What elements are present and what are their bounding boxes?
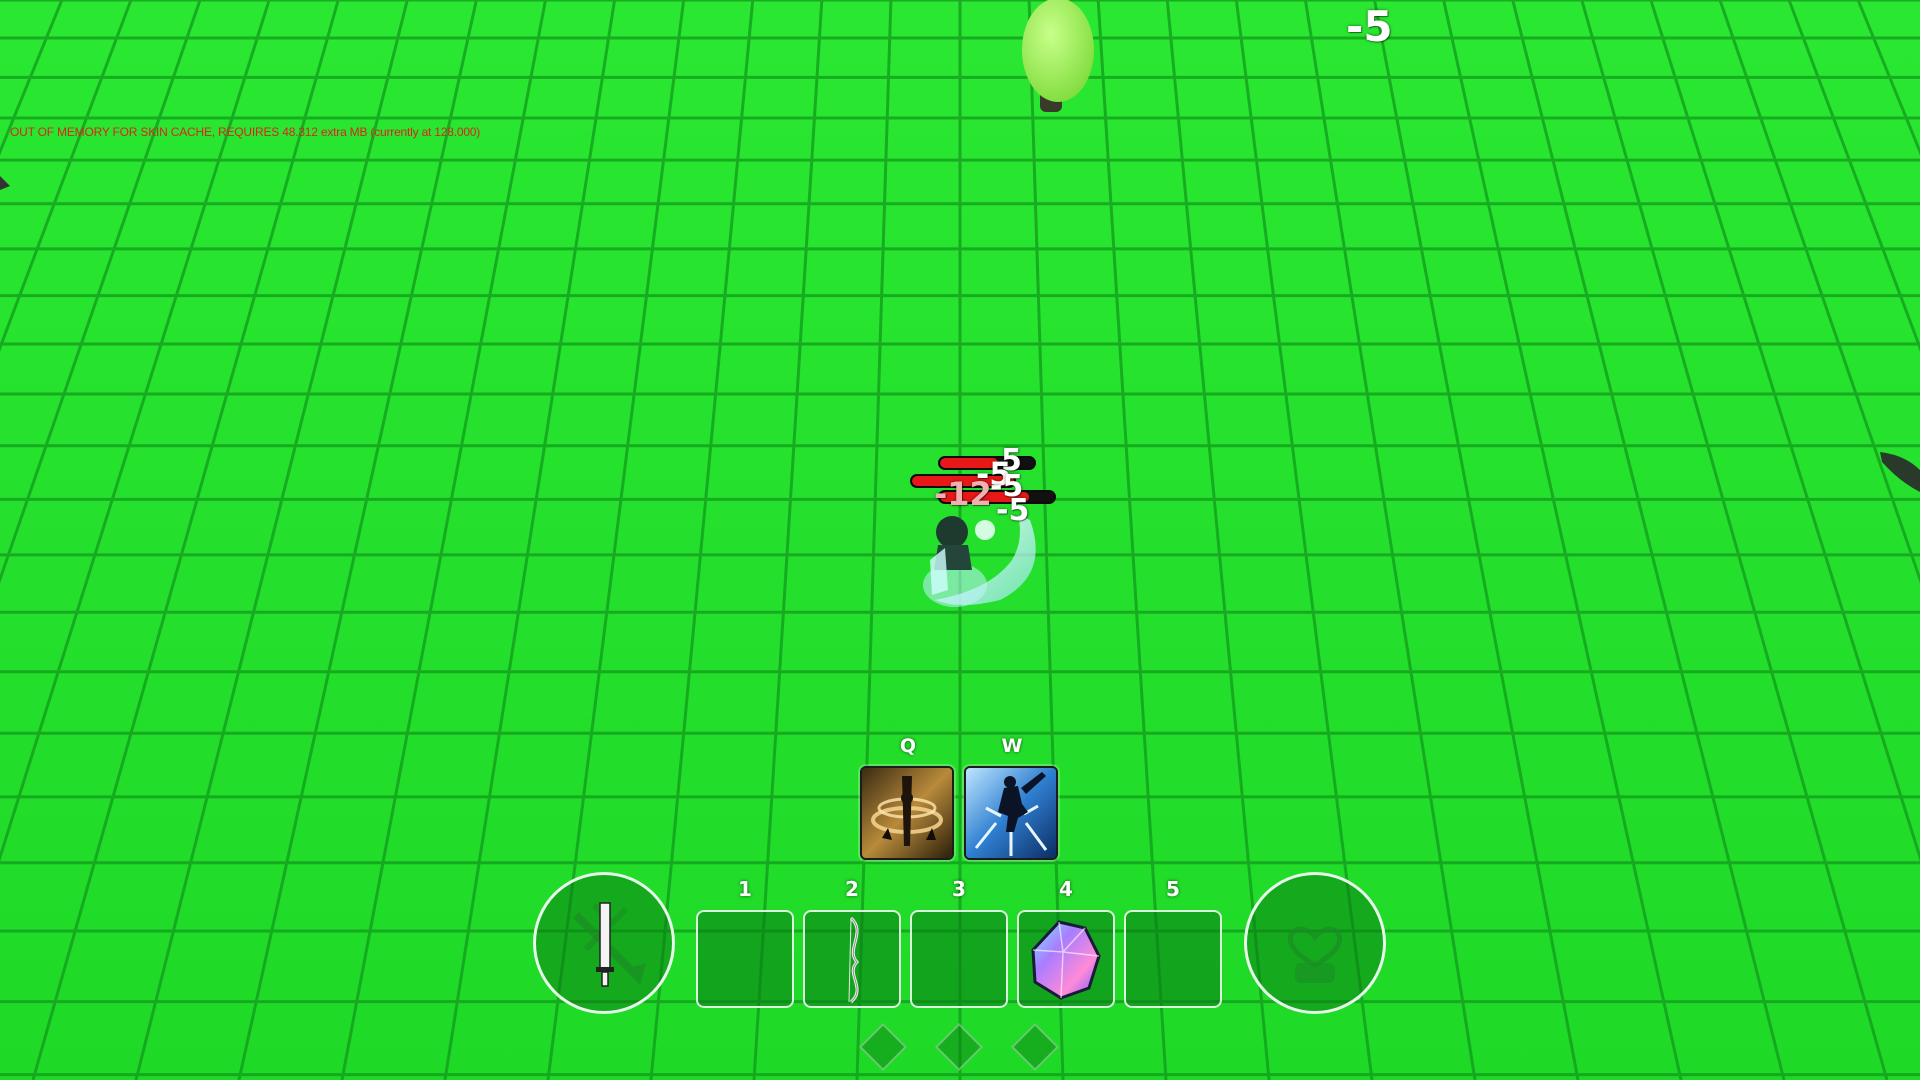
inventory-slot-1[interactable] <box>696 910 794 1008</box>
inventory-slot-4[interactable] <box>1017 910 1115 1008</box>
inventory-slot-2[interactable] <box>803 910 901 1008</box>
bow-icon <box>848 916 860 1004</box>
inventory-slot-number: 5 <box>1166 877 1180 901</box>
inventory-slot-3[interactable] <box>910 910 1008 1008</box>
leap-strike-icon <box>966 768 1056 858</box>
armor-equip-slot[interactable] <box>1244 872 1386 1014</box>
damage-number: -5 <box>996 493 1030 528</box>
debug-warning-text: OUT OF MEMORY FOR SKIN CACHE, REQUIRES 4… <box>10 125 481 139</box>
damage-number: -5 <box>1346 2 1393 51</box>
skill-slot-w[interactable] <box>964 766 1058 860</box>
skill-key-label: Q <box>899 735 917 757</box>
weapon-equip-slot[interactable] <box>533 872 675 1014</box>
inventory-slot-number: 2 <box>845 877 859 901</box>
sword-icon <box>596 902 614 987</box>
damage-number: -12 <box>934 475 992 513</box>
whirlwind-sword-icon <box>862 768 952 858</box>
inventory-slot-5[interactable] <box>1124 910 1222 1008</box>
inventory-slot-number: 1 <box>738 877 752 901</box>
skill-key-label: W <box>1001 735 1023 757</box>
inventory-slot-number: 4 <box>1059 877 1073 901</box>
armor-heart-icon <box>1287 926 1343 983</box>
inventory-slot-number: 3 <box>952 877 966 901</box>
skill-slot-q[interactable] <box>860 766 954 860</box>
crystal-gem-icon <box>1031 920 1101 1000</box>
